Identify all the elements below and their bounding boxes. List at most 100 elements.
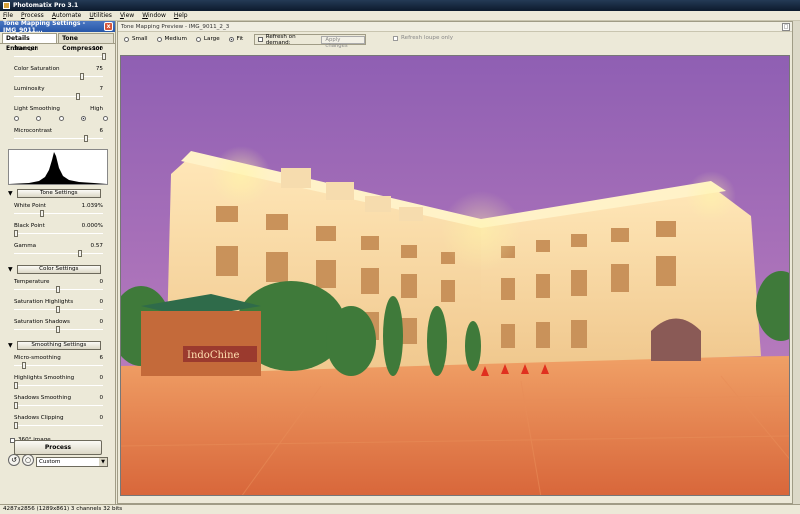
restaurant-front	[141, 311, 261, 376]
size-large-radio[interactable]	[195, 36, 201, 42]
white-point-track[interactable]	[14, 213, 103, 214]
shadows-smoothing-slider-thumb[interactable]	[14, 402, 18, 409]
refresh-loupe-option: Refresh loupe only	[393, 35, 453, 41]
arch-entrance	[651, 318, 701, 361]
refresh-on-demand-checkbox[interactable]	[258, 37, 263, 42]
light-smoothing-radio-3[interactable]	[58, 116, 64, 121]
saturation-shadows-value: 0	[99, 319, 103, 325]
shadows-smoothing-label: Shadows Smoothing	[14, 395, 71, 401]
gamma-track[interactable]	[14, 253, 103, 254]
microcontrast-slider-thumb[interactable]	[84, 135, 88, 142]
size-medium-radio[interactable]	[156, 36, 162, 42]
menu-file[interactable]: File	[3, 12, 13, 19]
collapse-arrow-icon[interactable]: ▼	[8, 266, 13, 273]
app-icon	[3, 2, 10, 9]
temperature-label: Temperature	[14, 279, 50, 285]
color-saturation-value: 75	[95, 66, 103, 72]
tone-settings-button[interactable]: Tone Settings	[16, 188, 101, 198]
saturation-highlights-control: Saturation Highlights 0	[10, 297, 109, 317]
strength-control: Strength 100	[10, 44, 109, 64]
color-saturation-slider-thumb[interactable]	[80, 73, 84, 80]
size-small-label: Small	[132, 36, 148, 42]
shadows-clipping-track[interactable]	[14, 425, 103, 426]
black-point-track[interactable]	[14, 233, 103, 234]
preview-toolbar: Small Medium Large Fit Refresh on demand…	[118, 32, 792, 49]
window-title: Photomatix Pro 3.1	[13, 2, 79, 9]
menu-process[interactable]: Process	[21, 12, 44, 19]
panel-title: Tone Mapping Settings - IMG_9011...	[3, 19, 86, 34]
white-point-value: 1.039%	[81, 203, 103, 209]
saturation-highlights-label: Saturation Highlights	[14, 299, 74, 305]
menu-utilities[interactable]: Utilities	[89, 12, 112, 19]
save-preset-icon[interactable]: ○	[22, 454, 34, 466]
luminosity-slider-thumb[interactable]	[76, 93, 80, 100]
shadows-clipping-slider-thumb[interactable]	[14, 422, 18, 429]
luminosity-track[interactable]	[14, 96, 103, 97]
size-large-option[interactable]: Large	[195, 36, 220, 42]
size-small-option[interactable]: Small	[124, 36, 148, 42]
collapse-arrow-icon[interactable]: ▼	[8, 342, 13, 349]
temperature-slider-thumb[interactable]	[56, 286, 60, 293]
color-settings-button[interactable]: Color Settings	[16, 264, 101, 274]
title-bar: Photomatix Pro 3.1	[0, 0, 800, 11]
menu-automate[interactable]: Automate	[52, 12, 82, 19]
saturation-highlights-slider-thumb[interactable]	[56, 306, 60, 313]
micro-smoothing-value: 6	[99, 355, 103, 361]
menu-view[interactable]: View	[120, 12, 134, 19]
shadows-clipping-control: Shadows Clipping 0	[10, 413, 109, 433]
chevron-down-icon: ▼	[99, 458, 107, 466]
histogram-graph	[9, 152, 107, 184]
size-large-label: Large	[203, 36, 220, 42]
strength-slider-thumb[interactable]	[102, 53, 106, 60]
size-fit-radio[interactable]	[228, 36, 234, 42]
dormer	[281, 168, 311, 188]
strength-label: Strength	[14, 46, 39, 52]
light-smoothing-radio-4[interactable]	[80, 116, 86, 121]
status-text: 4287x2856 (1289x861) 3 channels 32 bits	[3, 506, 123, 512]
right-scrollbar[interactable]	[793, 21, 800, 504]
tab-tone-compressor[interactable]: Tone Compressor	[58, 33, 114, 52]
saturation-shadows-slider-thumb[interactable]	[56, 326, 60, 333]
maximize-icon[interactable]: □	[782, 23, 790, 31]
status-bar: 4287x2856 (1289x861) 3 channels 32 bits	[0, 504, 800, 514]
microcontrast-track[interactable]	[14, 138, 103, 139]
close-icon[interactable]: x	[104, 22, 113, 31]
strength-track[interactable]	[14, 56, 103, 57]
size-medium-option[interactable]: Medium	[156, 36, 187, 42]
smoothing-settings-header: ▼ Smoothing Settings	[8, 339, 109, 351]
tab-details-enhancer[interactable]: Details Enhancer	[2, 33, 58, 52]
shadows-smoothing-track[interactable]	[14, 405, 103, 406]
refresh-loupe-label: Refresh loupe only	[401, 35, 454, 41]
tone-mapping-preview-window: Tone Mapping Preview - IMG_9011_2_3 □ Sm…	[117, 21, 793, 504]
presets-select[interactable]: Custom ▼	[36, 457, 108, 467]
dormer	[326, 182, 354, 200]
smoothing-settings-button[interactable]: Smoothing Settings	[16, 340, 101, 350]
light-smoothing-radio-5[interactable]	[103, 116, 108, 121]
highlights-smoothing-track[interactable]	[14, 385, 103, 386]
light-smoothing-radio-2[interactable]	[36, 116, 42, 121]
black-point-label: Black Point	[14, 223, 45, 229]
apply-changes-button[interactable]: Apply changes	[321, 35, 365, 49]
light-smoothing-label: Light Smoothing	[14, 106, 60, 112]
preview-image[interactable]: IndoChine	[120, 55, 790, 496]
micro-smoothing-track[interactable]	[14, 365, 103, 366]
gamma-value: 0.57	[90, 243, 103, 249]
gamma-control: Gamma 0.57	[10, 241, 109, 261]
light-smoothing-radio-1[interactable]	[14, 116, 19, 121]
highlights-smoothing-slider-thumb[interactable]	[14, 382, 18, 389]
shadows-smoothing-control: Shadows Smoothing 0	[10, 393, 109, 413]
collapse-arrow-icon[interactable]: ▼	[8, 190, 13, 197]
color-saturation-track[interactable]	[14, 76, 103, 77]
preview-title: Tone Mapping Preview - IMG_9011_2_3	[121, 23, 230, 30]
process-button[interactable]: Process	[14, 440, 102, 455]
size-fit-option[interactable]: Fit	[228, 36, 243, 42]
size-small-radio[interactable]	[124, 36, 129, 42]
menu-help[interactable]: Help	[174, 12, 188, 19]
menu-window[interactable]: Window	[142, 12, 166, 19]
black-point-slider-thumb[interactable]	[14, 230, 18, 237]
load-preset-icon[interactable]: ↺	[8, 454, 20, 466]
refresh-loupe-checkbox[interactable]	[393, 35, 398, 41]
micro-smoothing-slider-thumb[interactable]	[22, 362, 26, 369]
gamma-slider-thumb[interactable]	[78, 250, 82, 257]
white-point-slider-thumb[interactable]	[40, 210, 44, 217]
